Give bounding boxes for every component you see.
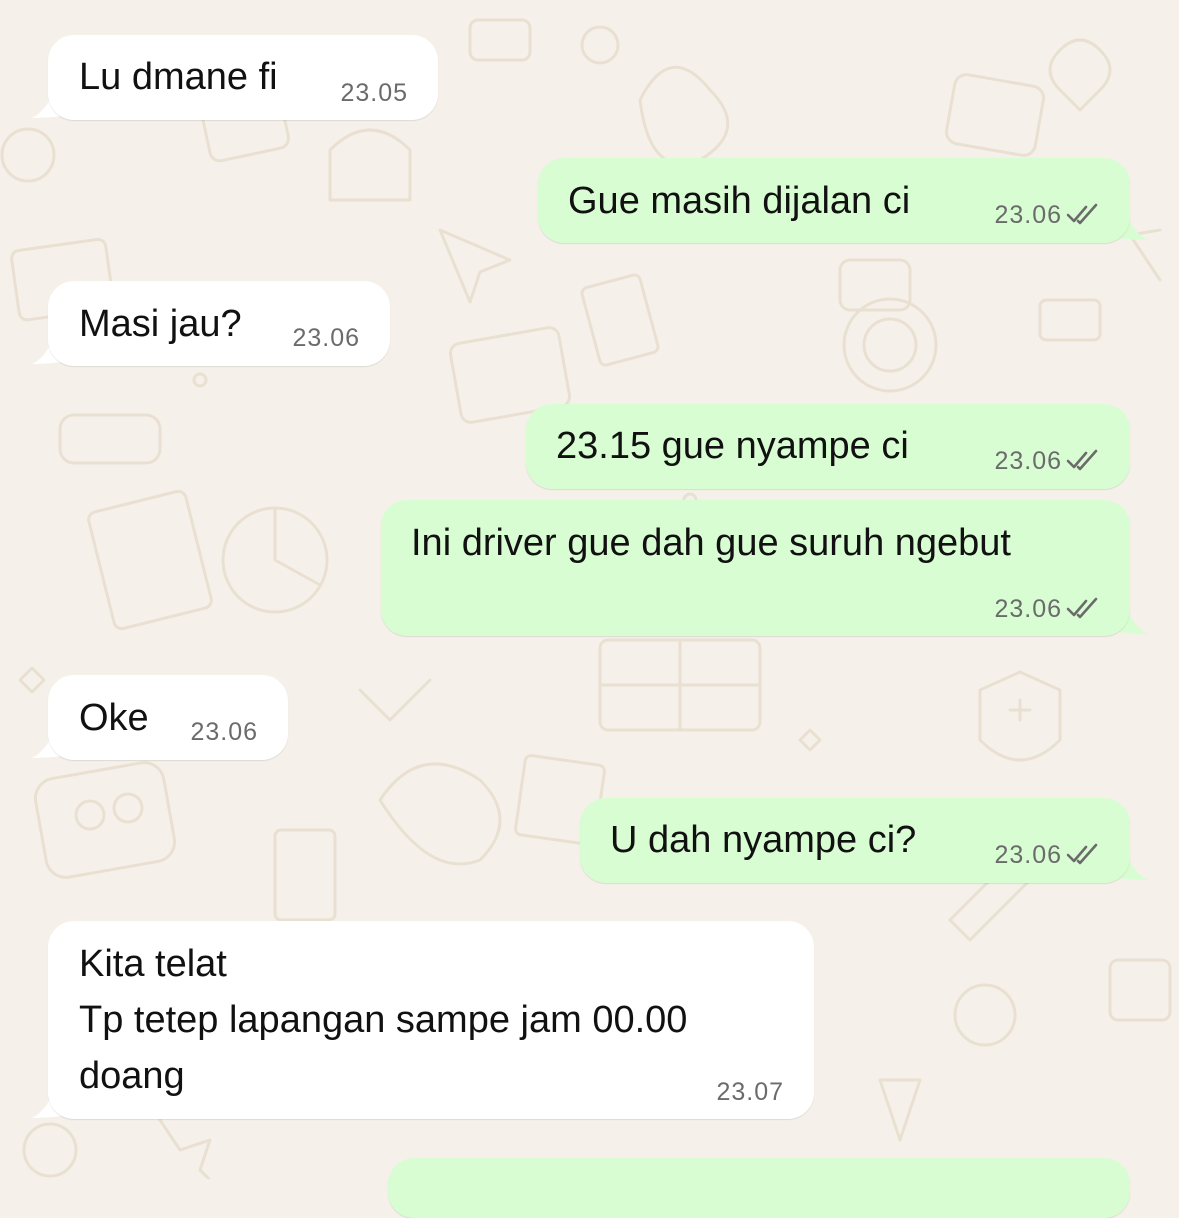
message-text: 23.15 gue nyampe ci (556, 425, 909, 467)
message-timestamp: 23.06 (994, 840, 1102, 870)
double-check-icon (1066, 843, 1098, 865)
outgoing-message[interactable]: U dah nyampe ci? 23.06 (580, 798, 1130, 883)
message-text: Masi jau? (79, 303, 242, 345)
message-timestamp: 23.06 (292, 324, 360, 352)
outgoing-message[interactable]: 23.15 gue nyampe ci 23.06 (526, 404, 1130, 489)
message-text: U dah nyampe ci? (610, 819, 917, 861)
double-check-icon (1066, 449, 1098, 471)
message-timestamp: 23.07 (716, 1078, 784, 1106)
double-check-icon (1066, 203, 1098, 225)
incoming-message[interactable]: Kita telat Tp tetep lapangan sampe jam 0… (48, 921, 814, 1119)
message-timestamp: 23.05 (340, 79, 408, 107)
message-text: Lu dmane fi (79, 56, 278, 98)
message-timestamp: 23.06 (994, 594, 1102, 624)
outgoing-message-partial[interactable] (388, 1158, 1130, 1218)
message-timestamp: 23.06 (994, 200, 1102, 230)
incoming-message[interactable]: Lu dmane fi 23.05 (48, 35, 438, 120)
double-check-icon (1066, 597, 1098, 619)
message-timestamp: 23.06 (994, 446, 1102, 476)
message-text: Gue masih dijalan ci (568, 180, 911, 222)
outgoing-message[interactable]: Gue masih dijalan ci 23.06 (538, 158, 1130, 243)
incoming-message[interactable]: Oke 23.06 (48, 675, 288, 760)
message-timestamp: 23.06 (190, 718, 258, 746)
message-text: Ini driver gue dah gue suruh ngebut (411, 522, 1011, 564)
outgoing-message[interactable]: Ini driver gue dah gue suruh ngebut 23.0… (381, 500, 1130, 636)
message-text: Oke (79, 697, 149, 739)
message-text: Kita telat Tp tetep lapangan sampe jam 0… (79, 943, 688, 1097)
incoming-message[interactable]: Masi jau? 23.06 (48, 281, 390, 366)
